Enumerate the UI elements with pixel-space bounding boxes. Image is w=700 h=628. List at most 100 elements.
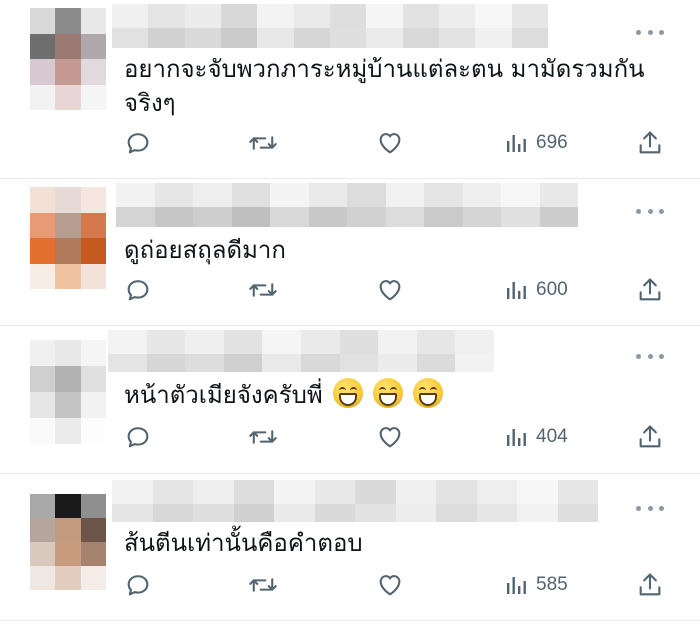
blurred-username bbox=[116, 183, 578, 207]
action-bar: 600 bbox=[124, 275, 664, 305]
avatar-pixel bbox=[80, 366, 106, 392]
blurred-handle bbox=[108, 354, 494, 372]
blurred-handle bbox=[112, 28, 548, 48]
blurred-username bbox=[112, 4, 548, 28]
action-bar: 585 bbox=[124, 570, 664, 600]
avatar-pixel bbox=[30, 8, 56, 34]
reply-text: ส้นตีนเท่านั้นคือคำตอบ bbox=[124, 529, 363, 557]
avatar-pixel bbox=[80, 238, 106, 264]
blurred-username bbox=[108, 330, 494, 354]
repost-icon[interactable] bbox=[248, 570, 278, 600]
blurred-username bbox=[112, 480, 598, 504]
avatar-pixel bbox=[30, 542, 56, 566]
views-count: 585 bbox=[536, 574, 568, 595]
avatar[interactable] bbox=[30, 494, 106, 590]
like-icon[interactable] bbox=[376, 128, 404, 158]
views[interactable]: 696 bbox=[504, 128, 568, 158]
avatar-pixel bbox=[80, 392, 106, 418]
avatar-pixel bbox=[80, 263, 106, 289]
avatar-pixel bbox=[55, 33, 81, 59]
like-icon[interactable] bbox=[376, 275, 404, 305]
reply-icon[interactable] bbox=[124, 128, 152, 158]
reply-icon[interactable] bbox=[124, 422, 152, 452]
avatar-pixel bbox=[55, 8, 81, 34]
reply-text: ดูถ่อยสถุลดีมาก bbox=[124, 236, 286, 264]
views[interactable]: 585 bbox=[504, 570, 568, 600]
avatar[interactable] bbox=[30, 8, 106, 110]
avatar-pixel bbox=[30, 238, 56, 264]
avatar-pixel bbox=[30, 340, 56, 366]
divider bbox=[0, 620, 700, 621]
avatar-pixel bbox=[55, 59, 81, 85]
views-icon bbox=[507, 135, 526, 152]
share-icon[interactable] bbox=[636, 570, 664, 600]
share-icon[interactable] bbox=[636, 422, 664, 452]
grinning-emoji-icon bbox=[412, 378, 443, 408]
avatar-pixel bbox=[55, 263, 81, 289]
avatar[interactable] bbox=[30, 187, 106, 289]
more-options-icon[interactable] bbox=[636, 352, 664, 360]
avatar-pixel bbox=[80, 518, 106, 542]
avatar-pixel bbox=[55, 566, 81, 590]
reply-text-content: หน้าตัวเมียจังครับพี่ bbox=[124, 381, 323, 409]
views[interactable]: 600 bbox=[504, 275, 568, 305]
avatar-pixel bbox=[30, 212, 56, 238]
more-options-icon[interactable] bbox=[636, 28, 664, 36]
like-icon[interactable] bbox=[376, 570, 404, 600]
reply-text: หน้าตัวเมียจังครับพี่ bbox=[124, 378, 670, 412]
grinning-emoji-icon bbox=[332, 378, 363, 408]
avatar-pixel bbox=[55, 418, 81, 444]
reply-2: ดูถ่อยสถุลดีมาก 600 bbox=[0, 179, 700, 325]
share-icon[interactable] bbox=[636, 128, 664, 158]
avatar-pixel bbox=[30, 566, 56, 590]
avatar-pixel bbox=[30, 366, 56, 392]
views-count: 404 bbox=[536, 426, 568, 447]
views[interactable]: 404 bbox=[504, 422, 568, 452]
reply-1: อยากจะจับพวกภาระหมู่บ้านแต่ละตน มามัดรวม… bbox=[0, 0, 700, 178]
avatar-pixel bbox=[80, 566, 106, 590]
avatar-pixel bbox=[80, 59, 106, 85]
repost-icon[interactable] bbox=[248, 128, 278, 158]
like-icon[interactable] bbox=[376, 422, 404, 452]
reply-icon[interactable] bbox=[124, 275, 152, 305]
views-icon bbox=[507, 577, 526, 594]
avatar-pixel bbox=[55, 212, 81, 238]
avatar-pixel bbox=[80, 418, 106, 444]
avatar-pixel bbox=[80, 212, 106, 238]
avatar-pixel bbox=[55, 392, 81, 418]
avatar-pixel bbox=[30, 494, 56, 518]
avatar-pixel bbox=[30, 518, 56, 542]
reply-icon[interactable] bbox=[124, 570, 152, 600]
avatar-pixel bbox=[55, 238, 81, 264]
reply-4: ส้นตีนเท่านั้นคือคำตอบ 585 bbox=[0, 474, 700, 619]
avatar-pixel bbox=[80, 33, 106, 59]
share-icon[interactable] bbox=[636, 275, 664, 305]
reply-3: หน้าตัวเมียจังครับพี่ 404 bbox=[0, 326, 700, 473]
avatar-pixel bbox=[55, 518, 81, 542]
views-icon bbox=[507, 282, 526, 299]
avatar-pixel bbox=[80, 187, 106, 213]
views-icon bbox=[507, 429, 526, 446]
avatar-pixel bbox=[30, 263, 56, 289]
more-options-icon[interactable] bbox=[636, 207, 664, 215]
reply-text: อยากจะจับพวกภาระหมู่บ้านแต่ละตน มามัดรวม… bbox=[124, 55, 645, 117]
more-options-icon[interactable] bbox=[636, 504, 664, 512]
avatar[interactable] bbox=[30, 340, 106, 444]
avatar-pixel bbox=[55, 494, 81, 518]
avatar-pixel bbox=[30, 418, 56, 444]
avatar-pixel bbox=[30, 84, 56, 110]
avatar-pixel bbox=[30, 59, 56, 85]
avatar-pixel bbox=[55, 366, 81, 392]
action-bar: 696 bbox=[124, 128, 664, 158]
avatar-pixel bbox=[80, 542, 106, 566]
repost-icon[interactable] bbox=[248, 275, 278, 305]
repost-icon[interactable] bbox=[248, 422, 278, 452]
views-count: 600 bbox=[536, 279, 568, 300]
views-count: 696 bbox=[536, 132, 568, 153]
avatar-pixel bbox=[55, 84, 81, 110]
grinning-emoji-icon bbox=[372, 378, 403, 408]
avatar-pixel bbox=[30, 187, 56, 213]
avatar-pixel bbox=[55, 187, 81, 213]
blurred-handle bbox=[112, 504, 598, 522]
avatar-pixel bbox=[80, 494, 106, 518]
